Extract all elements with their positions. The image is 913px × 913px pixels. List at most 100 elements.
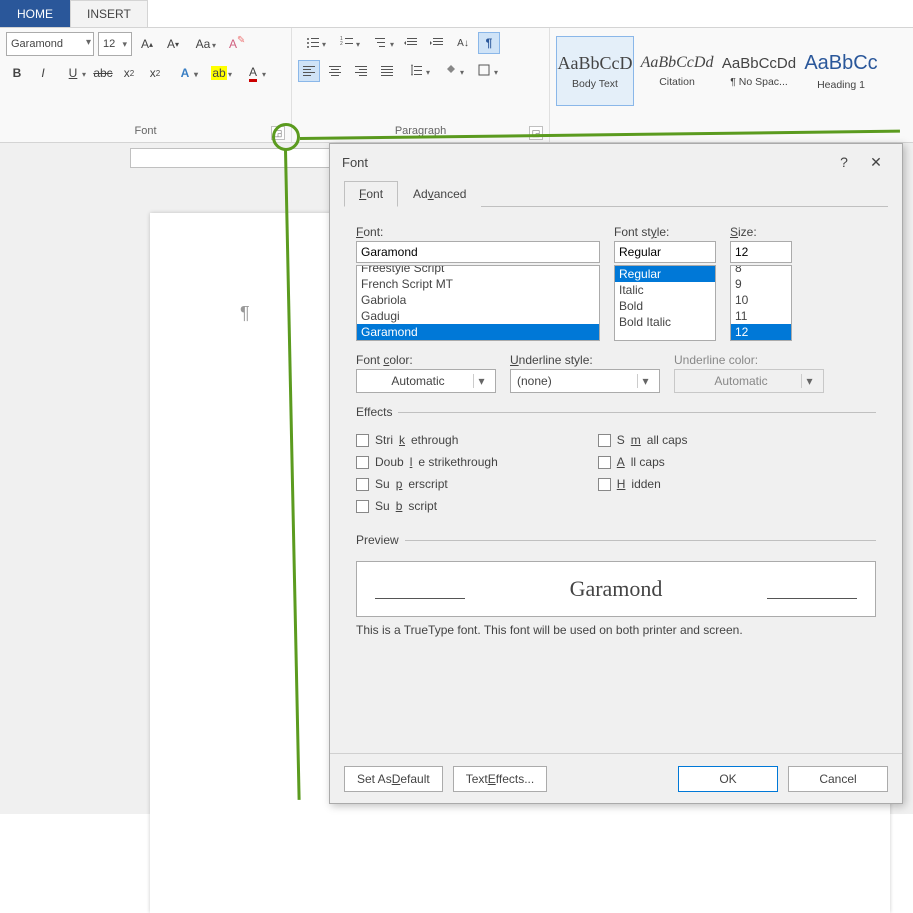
font-color-label: Font color: [356,353,496,367]
pilcrow-mark: ¶ [240,303,250,324]
strike-check[interactable]: Strikethrough [356,433,498,447]
text-effects-button[interactable]: A [170,62,200,84]
list-item[interactable]: Italic [615,282,715,298]
list-item[interactable]: Regular [615,266,715,282]
style-tile[interactable]: AaBbCcDdCitation [638,36,716,106]
group-label-font: Font [134,125,156,137]
shading-button[interactable] [436,60,466,82]
list-item[interactable]: 11 [731,308,791,324]
font-color-combo[interactable]: Automatic▾ [356,369,496,393]
size-input[interactable] [730,241,792,263]
font-listbox[interactable]: Freestyle ScriptFrench Script MTGabriola… [356,265,600,341]
dialog-title: Font [338,155,830,170]
dialog-titlebar: Font ? ✕ [330,144,902,180]
effects-legend: Effects [356,405,398,419]
list-item[interactable]: Bold Italic [615,314,715,330]
hidden-check[interactable]: Hidden [598,477,688,491]
style-tile[interactable]: AaBbCcDBody Text [556,36,634,106]
smallcaps-check[interactable]: Small caps [598,433,688,447]
dialog-tab-advanced[interactable]: Advanced [398,181,481,207]
preview-group: Preview Garamond This is a TrueType font… [356,533,876,637]
font-style-input[interactable] [614,241,716,263]
list-item[interactable]: Bold [615,298,715,314]
style-tile[interactable]: AaBbCcHeading 1 [802,36,880,106]
superscript-button[interactable]: x2 [144,62,166,84]
font-size-combo[interactable]: 12▾ [98,32,132,56]
double-strike-check[interactable]: Double strikethrough [356,455,498,469]
borders-button[interactable] [470,60,500,82]
font-color-button[interactable]: A [238,62,268,84]
show-pilcrow-button[interactable]: ¶ [478,32,500,54]
paragraph-dialog-launcher[interactable]: ◲ [529,126,543,140]
dialog-tabs: Font Advanced [344,180,888,207]
ribbon-group-font: Garamond 12▾ A▴ A▾ Aa A✎ B I U abc x2 x2… [0,28,292,142]
change-case-button[interactable]: Aa [188,33,218,55]
shrink-font-button[interactable]: A▾ [162,33,184,55]
font-style-label: Font style: [614,225,716,239]
sort-button[interactable]: A↓ [452,32,474,54]
list-item[interactable]: 12 [731,324,791,340]
font-style-listbox[interactable]: RegularItalicBoldBold Italic [614,265,716,341]
font-name-combo[interactable]: Garamond [6,32,94,56]
underline-button[interactable]: U [58,62,88,84]
font-dialog-launcher[interactable]: ◲ [271,126,285,140]
underline-style-label: Underline style: [510,353,660,367]
bullet-list-button[interactable] [298,32,328,54]
preview-legend: Preview [356,533,405,547]
underline-color-combo: Automatic▾ [674,369,824,393]
align-left-button[interactable] [298,60,320,82]
style-tile[interactable]: AaBbCcDd¶ No Spac... [720,36,798,106]
justify-button[interactable] [376,60,398,82]
cancel-button[interactable]: Cancel [788,766,888,792]
ribbon-group-styles: AaBbCcDBody TextAaBbCcDdCitationAaBbCcDd… [550,28,913,142]
size-label: Size: [730,225,792,239]
effects-group: Effects Strikethrough Double strikethrou… [356,405,876,513]
strikethrough-button[interactable]: abc [92,62,114,84]
increase-indent-button[interactable] [426,32,448,54]
preview-box: Garamond [356,561,876,617]
text-effects-button[interactable]: Text Effects... [453,766,548,792]
close-button[interactable]: ✕ [858,148,894,176]
grow-font-button[interactable]: A▴ [136,33,158,55]
list-item[interactable]: Gabriola [357,292,599,308]
underline-style-combo[interactable]: (none)▾ [510,369,660,393]
help-button[interactable]: ? [830,154,858,170]
ribbon: Garamond 12▾ A▴ A▾ Aa A✎ B I U abc x2 x2… [0,28,913,143]
dialog-footer: Set As Default Text Effects... OK Cancel [330,753,902,803]
number-list-button[interactable]: 12 [332,32,362,54]
font-input[interactable] [356,241,600,263]
bold-button[interactable]: B [6,62,28,84]
italic-button[interactable]: I [32,62,54,84]
list-item[interactable]: Garamond [357,324,599,340]
set-default-button[interactable]: Set As Default [344,766,443,792]
subscript-check[interactable]: Subscript [356,499,498,513]
line-spacing-button[interactable] [402,60,432,82]
svg-text:2: 2 [340,41,343,47]
decrease-indent-button[interactable] [400,32,422,54]
dialog-tab-font[interactable]: Font [344,181,398,207]
multilevel-list-button[interactable] [366,32,396,54]
highlight-button[interactable]: ab [204,62,234,84]
ok-button[interactable]: OK [678,766,778,792]
align-right-button[interactable] [350,60,372,82]
ribbon-group-paragraph: 12 A↓ ¶ Paragraph ◲ [292,28,550,142]
clear-formatting-button[interactable]: A✎ [222,33,244,55]
tab-home[interactable]: HOME [0,0,70,27]
allcaps-check[interactable]: All caps [598,455,688,469]
font-note: This is a TrueType font. This font will … [356,623,876,637]
font-dialog: Font ? ✕ Font Advanced Font: Freestyle S… [329,143,903,804]
tab-insert[interactable]: INSERT [70,0,148,27]
group-label-paragraph: Paragraph [395,125,446,137]
align-center-button[interactable] [324,60,346,82]
superscript-check[interactable]: Superscript [356,477,498,491]
preview-text: Garamond [570,576,663,602]
list-item[interactable]: French Script MT [357,276,599,292]
list-item[interactable]: 8 [731,265,791,276]
list-item[interactable]: 10 [731,292,791,308]
font-label: Font: [356,225,600,239]
list-item[interactable]: Gadugi [357,308,599,324]
size-listbox[interactable]: 89101112 [730,265,792,341]
subscript-button[interactable]: x2 [118,62,140,84]
list-item[interactable]: 9 [731,276,791,292]
list-item[interactable]: Freestyle Script [357,265,599,276]
